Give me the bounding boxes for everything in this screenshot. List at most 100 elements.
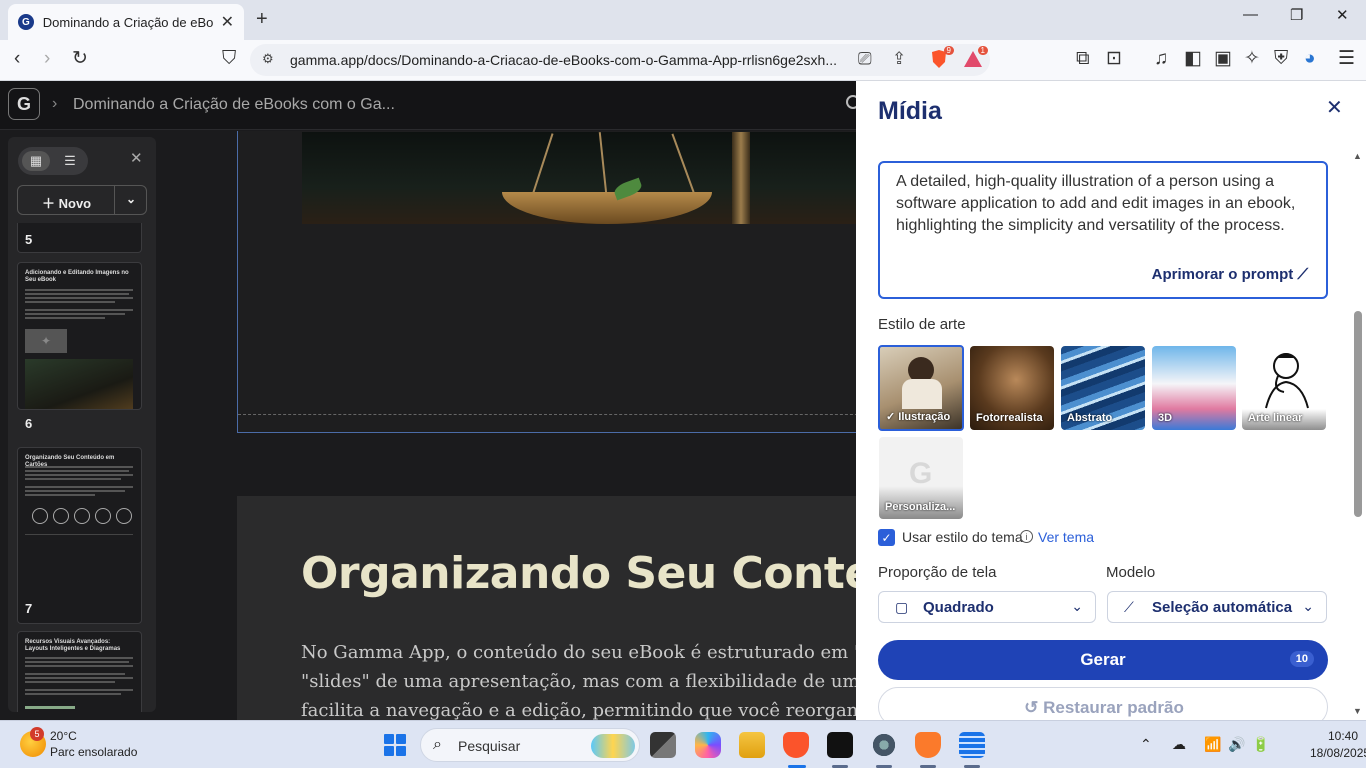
chevron-down-icon: ⌄ bbox=[1302, 598, 1314, 614]
slide-thumbnail[interactable]: Organizando Seu Conteúdo em Cartões bbox=[17, 447, 142, 624]
media-panel: Mídia ✕ A detailed, high-quality illustr… bbox=[856, 81, 1366, 727]
extensions-icon[interactable]: ⧉ bbox=[1076, 48, 1090, 70]
use-theme-checkbox[interactable]: ✓ bbox=[878, 529, 895, 546]
install-app-icon[interactable]: ⎚ bbox=[858, 49, 872, 69]
prompt-textarea[interactable]: A detailed, high-quality illustration of… bbox=[878, 161, 1328, 299]
slide-thumbnail[interactable] bbox=[17, 223, 142, 253]
close-panel-icon[interactable]: ✕ bbox=[1326, 95, 1343, 120]
gamma-logo[interactable]: G bbox=[8, 88, 40, 120]
list-view-icon[interactable]: ☰ bbox=[56, 151, 84, 171]
chevron-down-icon[interactable]: ⌄ bbox=[126, 192, 136, 206]
bookmark-icon[interactable]: ⛉ bbox=[222, 48, 236, 70]
close-window-icon[interactable]: ✕ bbox=[1336, 6, 1349, 24]
minimize-icon[interactable]: — bbox=[1243, 6, 1258, 23]
new-card-button[interactable]: ＋ Novo ⌄ bbox=[17, 185, 147, 215]
style-custom[interactable]: G Personaliza... bbox=[879, 437, 963, 519]
grid-view-icon[interactable]: ▦ bbox=[22, 151, 50, 171]
scroll-up-icon[interactable]: ▲ bbox=[1353, 151, 1362, 161]
thumbnail-title: Adicionando e Editando Imagens no Seu eB… bbox=[25, 270, 129, 283]
start-button[interactable] bbox=[384, 734, 406, 756]
address-bar[interactable]: ⚙ gamma.app/docs/Dominando-a-Criacao-de-… bbox=[250, 44, 990, 76]
forward-icon[interactable]: › bbox=[44, 48, 50, 70]
aspect-ratio-select[interactable]: ▢ Quadrado ⌄ bbox=[878, 591, 1096, 623]
task-view-icon[interactable] bbox=[650, 732, 676, 758]
style-illustration[interactable]: ✓ Ilustração bbox=[878, 345, 964, 431]
enhance-prompt-button[interactable]: Aprimorar o prompt ⟋ bbox=[1152, 266, 1308, 283]
leo-ai-icon[interactable]: ✧ bbox=[1244, 48, 1260, 70]
weather-badge: 5 bbox=[30, 727, 44, 741]
breadcrumb[interactable]: Dominando a Criação de eBooks com o Ga..… bbox=[73, 96, 395, 114]
capcut-icon[interactable] bbox=[827, 732, 853, 758]
style-label: Fotorrealista bbox=[976, 412, 1043, 424]
close-sidebar-icon[interactable]: ✕ bbox=[130, 149, 143, 167]
show-hidden-icons-icon[interactable]: ⌃ bbox=[1140, 736, 1152, 753]
card-organizing[interactable]: Organizando Seu Conteúdo No Gamma App, o… bbox=[237, 496, 856, 720]
file-explorer-icon[interactable] bbox=[739, 732, 765, 758]
battery-icon[interactable]: 🔋 bbox=[1252, 736, 1269, 753]
wallet-icon[interactable]: ▣ bbox=[1214, 48, 1232, 70]
close-tab-icon[interactable]: ✕ bbox=[221, 12, 234, 32]
menu-icon[interactable]: ☰ bbox=[1338, 48, 1355, 70]
slide-thumbnail[interactable]: Adicionando e Editando Imagens no Seu eB… bbox=[17, 262, 142, 410]
style-3d[interactable]: 3D bbox=[1152, 346, 1236, 430]
style-label: 3D bbox=[1158, 412, 1173, 424]
view-toggle: ▦ ☰ bbox=[18, 147, 88, 175]
taskbar-search[interactable]: ⌕ Pesquisar bbox=[420, 728, 640, 762]
share-icon[interactable]: ⇪ bbox=[892, 49, 906, 69]
thumbnail-title: Recursos Visuais Avançados: Layouts Inte… bbox=[25, 639, 121, 652]
site-info-icon[interactable]: ⚙ bbox=[262, 51, 274, 67]
card-paragraph[interactable]: No Gamma App, o conteúdo do seu eBook é … bbox=[301, 638, 856, 720]
chevron-down-icon: ⌄ bbox=[1071, 598, 1083, 614]
onedrive-cloud-icon[interactable]: ☁ bbox=[1172, 736, 1186, 753]
model-select[interactable]: ⟋ Seleção automática ⌄ bbox=[1107, 591, 1327, 623]
volume-icon[interactable]: 🔊 bbox=[1228, 736, 1245, 753]
panel-scrollbar[interactable] bbox=[1354, 311, 1362, 517]
style-line-art[interactable]: Arte linear bbox=[1242, 346, 1326, 430]
new-tab-icon[interactable]: + bbox=[256, 8, 268, 31]
style-label: Abstrato bbox=[1067, 412, 1113, 424]
slide-number: 6 bbox=[25, 416, 33, 431]
view-theme-link[interactable]: Ver tema bbox=[1038, 529, 1094, 545]
system-clock[interactable]: 10:40 18/08/2025 bbox=[1310, 729, 1366, 760]
document-canvas: Organizando Seu Conteúdo No Gamma App, o… bbox=[160, 131, 856, 720]
info-icon[interactable]: i bbox=[1020, 530, 1033, 543]
reload-icon[interactable]: ↻ bbox=[72, 48, 88, 70]
maximize-icon[interactable]: ❐ bbox=[1290, 6, 1303, 24]
copilot-icon[interactable] bbox=[695, 732, 721, 758]
notepad-icon[interactable] bbox=[959, 732, 985, 758]
card-heading[interactable]: Organizando Seu Conteúdo bbox=[301, 548, 856, 599]
sidebar-toggle-icon[interactable]: ◧ bbox=[1184, 48, 1202, 70]
style-abstract[interactable]: Abstrato bbox=[1061, 346, 1145, 430]
scroll-down-icon[interactable]: ▼ bbox=[1353, 706, 1362, 716]
image-placeholder-icon: ✦ bbox=[25, 329, 67, 353]
weather-condition[interactable]: Parc ensolarado bbox=[50, 745, 137, 759]
search-placeholder: Pesquisar bbox=[458, 738, 521, 754]
generate-button[interactable]: Gerar 10 bbox=[878, 640, 1328, 680]
thumbnail-image bbox=[25, 359, 133, 409]
brave-beta-icon[interactable] bbox=[915, 732, 941, 758]
card-selected[interactable] bbox=[237, 131, 856, 433]
media-icon[interactable]: ♫ bbox=[1154, 48, 1168, 70]
vpn-icon[interactable]: ⛨ bbox=[1274, 48, 1288, 70]
settings-gear-icon[interactable] bbox=[871, 732, 897, 758]
back-icon[interactable]: ‹ bbox=[14, 48, 20, 70]
brave-browser-icon[interactable] bbox=[783, 732, 809, 758]
card-image[interactable] bbox=[302, 132, 856, 224]
prompt-text[interactable]: A detailed, high-quality illustration of… bbox=[896, 171, 1306, 237]
brave-shields-icon[interactable]: 9 bbox=[928, 46, 954, 70]
reset-icon: ↺ bbox=[1024, 698, 1044, 717]
weather-temperature[interactable]: 20°C bbox=[50, 729, 77, 743]
wifi-icon[interactable]: 📶 bbox=[1204, 736, 1221, 753]
slide-number: 5 bbox=[25, 232, 33, 247]
style-photorealistic[interactable]: Fotorrealista bbox=[970, 346, 1054, 430]
shields-count-badge: 9 bbox=[943, 46, 954, 55]
magic-wand-icon: ⟋ bbox=[1124, 599, 1134, 615]
browser-tab[interactable]: G Dominando a Criação de eBooks ✕ bbox=[8, 4, 244, 40]
profile-icon[interactable]: ◕ bbox=[1304, 48, 1315, 70]
brave-rewards-icon[interactable]: 1 bbox=[962, 46, 988, 70]
slide-thumbnail[interactable]: Recursos Visuais Avançados: Layouts Inte… bbox=[17, 631, 142, 712]
screenshot-icon[interactable]: ⊡ bbox=[1106, 48, 1122, 70]
url-text[interactable]: gamma.app/docs/Dominando-a-Criacao-de-eB… bbox=[290, 52, 850, 68]
slides-sidebar: ▦ ☰ ✕ ＋ Novo ⌄ 5 Adicionando e Editando … bbox=[8, 137, 156, 712]
enhance-prompt-label: Aprimorar o prompt bbox=[1151, 266, 1294, 283]
